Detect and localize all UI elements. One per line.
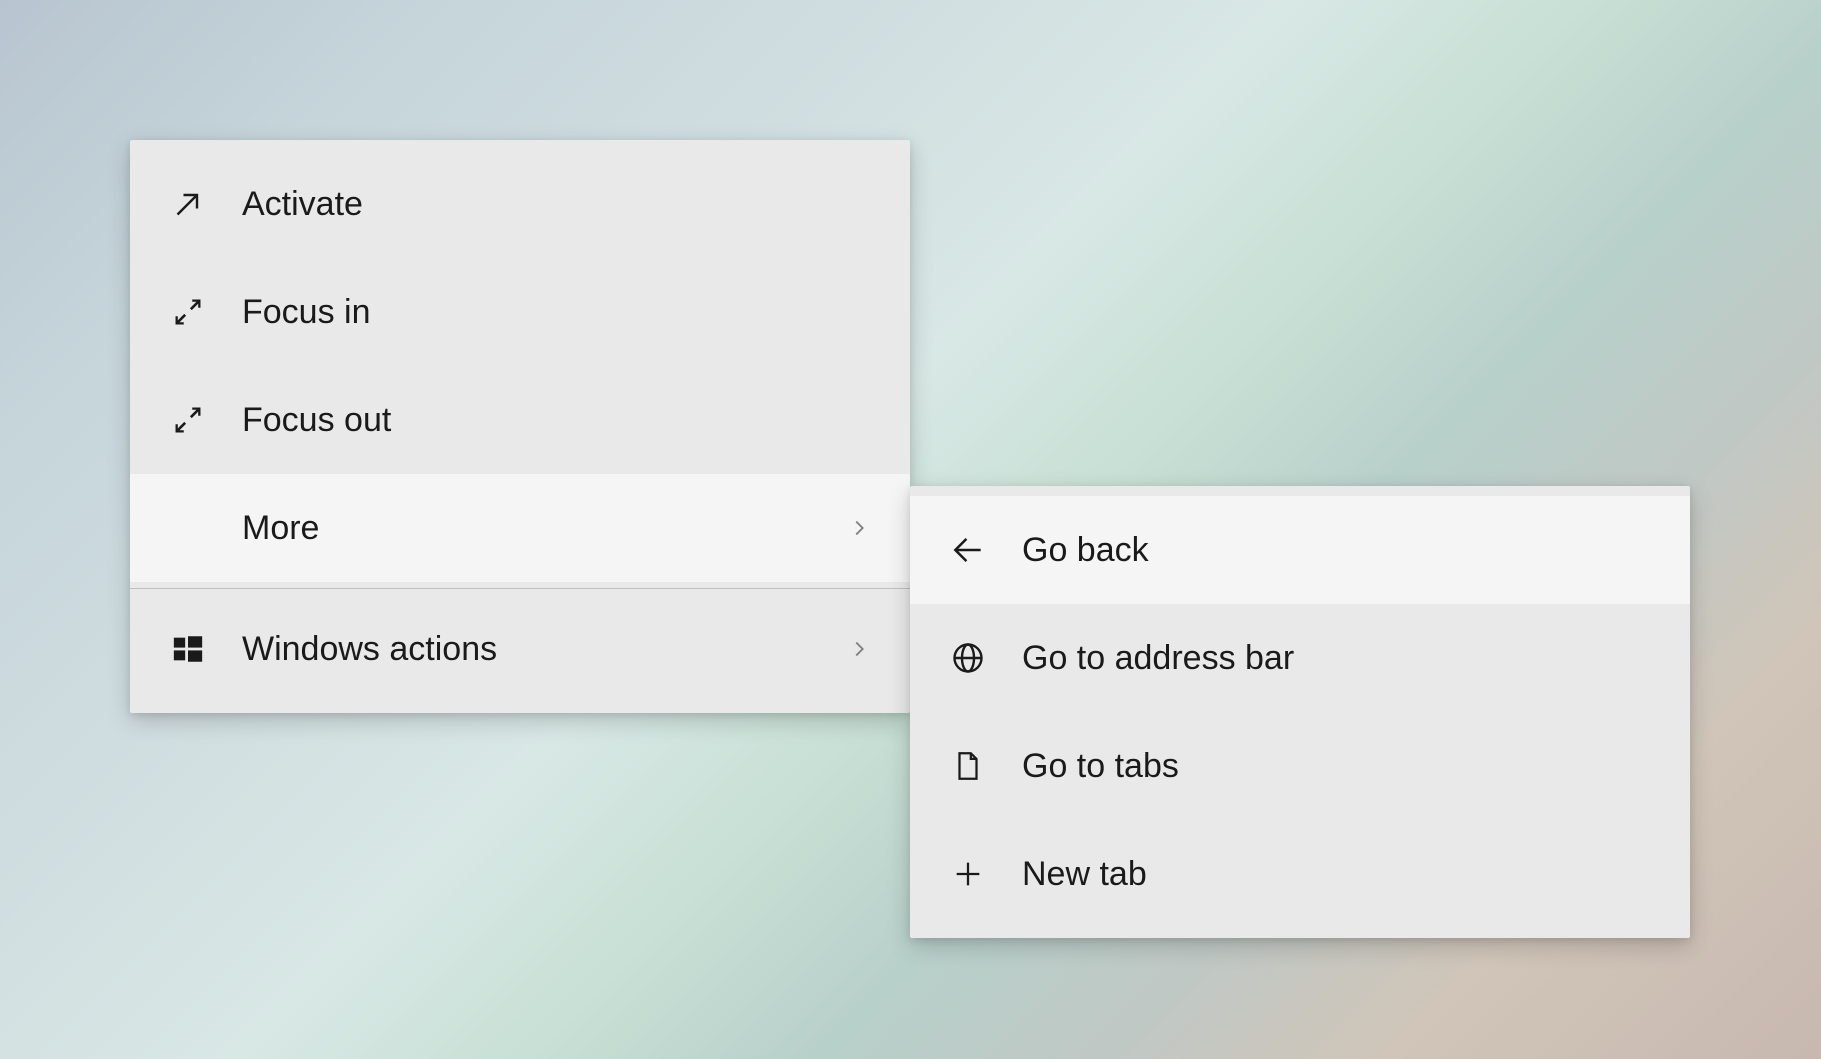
menu-item-label: Windows actions	[242, 630, 844, 669]
submenu-item-label: Go to tabs	[1022, 747, 1654, 786]
menu-item-label: Focus in	[242, 293, 874, 332]
globe-icon	[946, 636, 990, 680]
focus-out-icon	[166, 398, 210, 442]
menu-item-focus-in[interactable]: Focus in	[130, 258, 910, 366]
menu-separator	[130, 588, 910, 589]
menu-item-more[interactable]: More	[130, 474, 910, 582]
submenu-item-new-tab[interactable]: New tab	[910, 820, 1690, 928]
submenu-item-go-to-address-bar[interactable]: Go to address bar	[910, 604, 1690, 712]
submenu-item-label: New tab	[1022, 855, 1654, 894]
menu-item-label: More	[242, 509, 844, 548]
menu-item-label: Activate	[242, 185, 874, 224]
submenu-item-label: Go back	[1022, 531, 1654, 570]
arrow-left-icon	[946, 528, 990, 572]
menu-item-focus-out[interactable]: Focus out	[130, 366, 910, 474]
menu-item-activate[interactable]: Activate	[130, 150, 910, 258]
menu-item-label: Focus out	[242, 401, 874, 440]
submenu-item-go-back[interactable]: Go back	[910, 496, 1690, 604]
focus-in-icon	[166, 290, 210, 334]
chevron-right-icon	[844, 513, 874, 543]
context-submenu: Go back Go to address bar Go to tabs	[910, 486, 1690, 938]
arrow-up-right-icon	[166, 182, 210, 226]
context-menu: Activate Focus in Focus out More	[130, 140, 910, 713]
plus-icon	[946, 852, 990, 896]
document-icon	[946, 744, 990, 788]
submenu-item-go-to-tabs[interactable]: Go to tabs	[910, 712, 1690, 820]
chevron-right-icon	[844, 634, 874, 664]
submenu-item-label: Go to address bar	[1022, 639, 1654, 678]
windows-icon	[166, 627, 210, 671]
menu-item-windows-actions[interactable]: Windows actions	[130, 595, 910, 703]
